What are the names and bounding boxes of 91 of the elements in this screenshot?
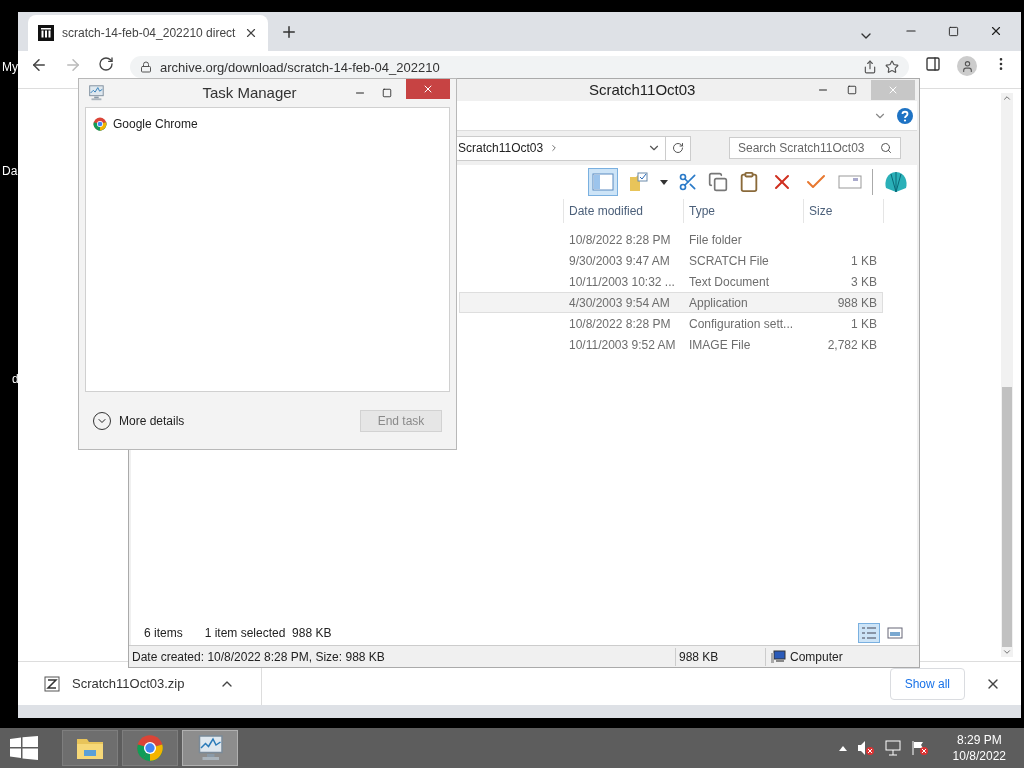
date-cell-text: 10/11/2003 10:32 ... — [569, 273, 676, 291]
type-cell-text: SCRATCH File — [689, 252, 770, 270]
clock[interactable]: 8:29 PM 10/8/2022 — [952, 732, 1006, 764]
column-header[interactable]: Date modified — [563, 199, 683, 223]
desktop-icon-label[interactable]: d — [12, 370, 19, 388]
clock-time: 8:29 PM — [956, 732, 1002, 748]
maximize-icon[interactable] — [847, 85, 857, 95]
copy-icon[interactable] — [708, 172, 728, 192]
size-cell-text: 2,782 KB — [826, 336, 877, 354]
size-cell-text: 1 KB — [850, 252, 877, 270]
window-title: Scratch11Oct03 — [589, 79, 696, 100]
maximize-icon[interactable] — [382, 88, 392, 98]
network-icon[interactable] — [884, 740, 901, 756]
reload-icon[interactable] — [98, 56, 114, 72]
dropdown-arrow-icon[interactable] — [660, 179, 668, 185]
type-cell-text: File folder — [689, 231, 743, 249]
taskbar-app-button[interactable] — [122, 730, 178, 766]
size-cell-text: 1 KB — [850, 315, 877, 333]
file-row[interactable]: 4/30/2003 9:54 AM Application 988 KB — [459, 292, 883, 313]
lock-icon — [140, 61, 152, 73]
search-icon[interactable] — [880, 142, 892, 154]
scroll-down-icon[interactable] — [1002, 647, 1012, 657]
type-cell-text: IMAGE File — [689, 336, 752, 354]
details-size: 988 KB — [675, 647, 765, 666]
columns-building-icon — [38, 25, 54, 41]
search-placeholder: Search Scratch11Oct03 — [738, 140, 865, 157]
close-icon[interactable] — [244, 26, 258, 40]
help-icon[interactable] — [897, 107, 913, 124]
details-text: Date created: 10/8/2022 8:28 PM, Size: 988 KB — [131, 648, 386, 666]
search-field[interactable]: Search Scratch11Oct03 — [729, 137, 901, 159]
star-icon[interactable] — [885, 60, 899, 74]
app-list-item[interactable]: Google Chrome — [86, 114, 449, 134]
flag-icon[interactable] — [910, 740, 929, 756]
scroll-up-icon[interactable] — [1002, 93, 1012, 103]
file-row[interactable]: 10/8/2022 8:28 PM Configuration sett... 1 KB — [459, 313, 883, 334]
chrome-logo-icon — [93, 117, 107, 131]
type-cell-text: Text Document — [689, 273, 771, 291]
muted-speaker-icon[interactable] — [856, 740, 875, 756]
breadcrumb-item[interactable]: Scratch11Oct03 — [456, 139, 544, 157]
side-panel-icon[interactable] — [925, 56, 941, 72]
desktop-icon-label[interactable]: Da — [2, 162, 18, 180]
taskbar-app-button[interactable] — [182, 730, 238, 766]
date-cell-text: 10/8/2022 8:28 PM — [569, 315, 672, 333]
scrollbar[interactable] — [1001, 93, 1013, 657]
scissors-icon[interactable] — [678, 172, 698, 192]
chrome-logo-icon — [136, 734, 164, 762]
computer-icon — [770, 649, 786, 664]
date-cell-text: 10/11/2003 9:52 AM — [569, 336, 677, 354]
caret-up-icon[interactable] — [838, 745, 847, 751]
file-row[interactable]: 10/8/2022 8:28 PM File folder — [459, 229, 883, 250]
zip-file-icon — [44, 675, 60, 692]
more-details-button[interactable]: More details — [93, 411, 185, 430]
refresh-icon[interactable] — [672, 142, 684, 154]
tab-title: scratch-14-feb-04_202210 direct — [62, 25, 236, 42]
type-cell-text: Configuration sett... — [689, 315, 795, 333]
window-title: Task Manager — [201, 82, 298, 103]
address-bar[interactable]: Scratch11Oct03 — [455, 135, 691, 161]
column-header[interactable]: Type — [683, 199, 803, 223]
file-row[interactable]: 9/30/2003 9:47 AM SCRATCH File 1 KB — [459, 250, 883, 271]
shell-icon[interactable] — [883, 170, 909, 194]
download-file-name[interactable]: Scratch11Oct03.zip — [72, 673, 185, 694]
close-icon — [887, 84, 899, 96]
date-cell-text: 10/8/2022 8:28 PM — [569, 231, 672, 249]
close-icon — [422, 83, 434, 95]
back-icon[interactable] — [30, 56, 48, 74]
maximize-icon[interactable] — [948, 25, 959, 37]
close-icon[interactable] — [989, 24, 1003, 38]
clipboard-icon[interactable] — [738, 171, 760, 193]
item-count: 6 items — [144, 625, 183, 642]
column-header[interactable]: Size — [803, 199, 883, 223]
new-tab-icon[interactable] — [280, 23, 298, 41]
address-text: archive.org/download/scratch-14-feb-04_202210 — [160, 60, 440, 74]
share-icon[interactable] — [863, 60, 877, 74]
date-cell-text: 9/30/2003 9:47 AM — [569, 252, 671, 270]
size-cell-text: 988 KB — [836, 294, 877, 312]
desktop-icon-label[interactable]: My — [2, 58, 18, 76]
date-cell-text: 4/30/2003 9:54 AM — [569, 294, 671, 312]
size-cell-text: 3 KB — [850, 273, 877, 291]
file-row[interactable]: 10/11/2003 10:32 ... Text Document 3 KB — [459, 271, 883, 292]
taskbar-app-button[interactable] — [62, 730, 118, 766]
type-cell-text: Application — [689, 294, 749, 312]
zone-label: Computer — [790, 648, 843, 666]
profile-avatar[interactable] — [957, 56, 977, 76]
windows-logo-icon[interactable] — [10, 736, 38, 760]
address-bar[interactable]: archive.org/download/scratch-14-feb-04_202210 — [130, 56, 909, 78]
clock-date: 10/8/2022 — [952, 748, 1006, 764]
browser-tab[interactable]: scratch-14-feb-04_202210 direct — [28, 15, 268, 51]
folder-check-icon[interactable] — [628, 171, 650, 193]
monitor-chart-icon — [87, 84, 105, 102]
selection-info: 1 item selected 988 KB — [204, 625, 332, 642]
file-row[interactable]: 10/11/2003 9:52 AM IMAGE File 2,782 KB — [459, 334, 883, 355]
